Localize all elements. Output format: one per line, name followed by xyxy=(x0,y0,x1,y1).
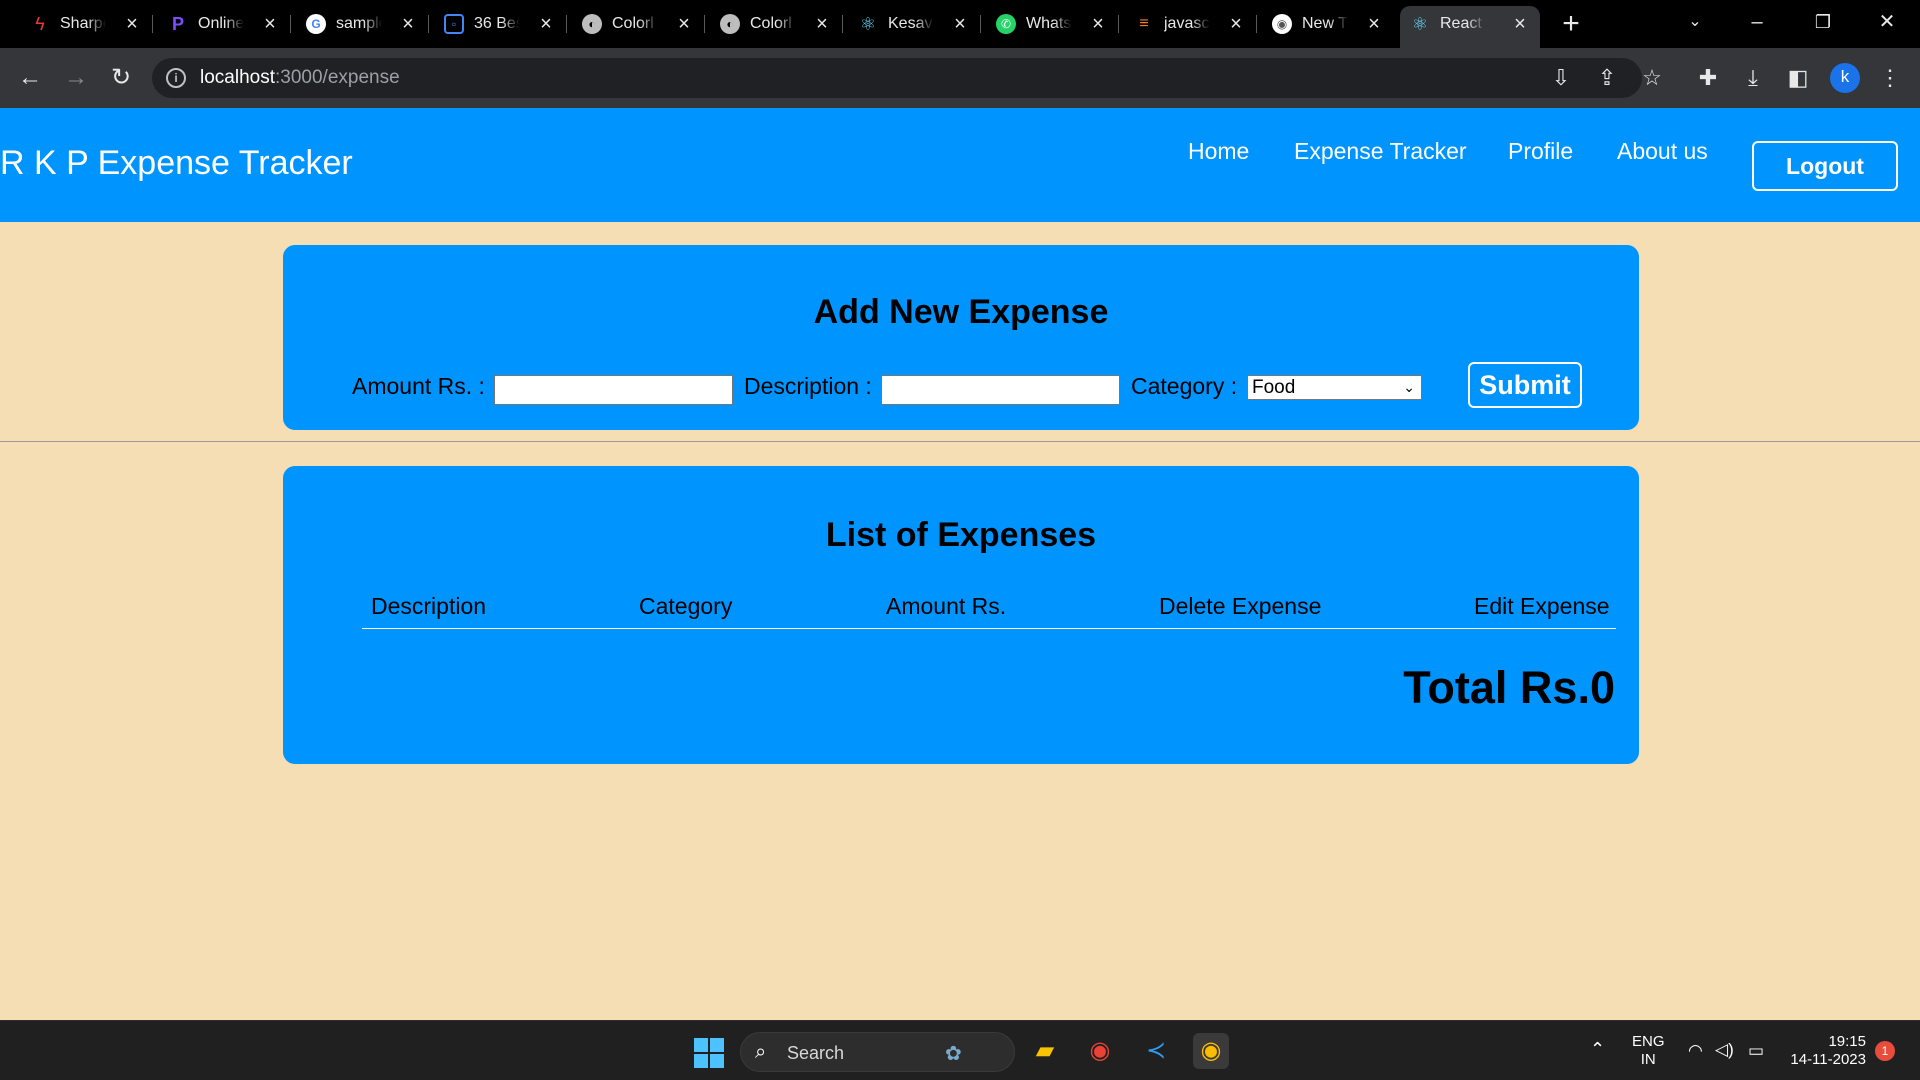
wifi-icon[interactable]: ◠ xyxy=(1688,1041,1703,1061)
globe-icon: ◐ xyxy=(582,14,602,34)
extensions-icon[interactable]: ✚ xyxy=(1692,62,1724,94)
language-indicator[interactable]: ENG IN xyxy=(1632,1033,1665,1069)
close-tab-icon[interactable]: × xyxy=(674,14,694,34)
close-tab-icon[interactable]: × xyxy=(1510,14,1530,34)
description-input[interactable] xyxy=(881,375,1120,405)
category-label: Category : xyxy=(1131,373,1238,399)
browser-tab[interactable]: ◐ Colorl × xyxy=(572,6,705,42)
app-brand[interactable]: R K P Expense Tracker xyxy=(0,144,353,183)
downloads-icon[interactable]: ⤓ xyxy=(1737,62,1769,94)
menu-kebab-icon[interactable]: ⋮ xyxy=(1874,62,1906,94)
restore-icon[interactable]: ❐ xyxy=(1803,6,1843,38)
p-logo-icon: P xyxy=(171,13,184,34)
chevron-down-icon: ⌄ xyxy=(1403,379,1415,395)
expense-total: Total Rs.0 xyxy=(1403,662,1615,713)
search-icon: ⌕ xyxy=(755,1041,767,1063)
url-text: localhost:3000/expense xyxy=(200,67,400,88)
browser-tab-active[interactable]: ⚛ React × xyxy=(1400,6,1540,48)
react-icon: ⚛ xyxy=(1411,13,1429,34)
browser-tab[interactable]: ≡ javasc × xyxy=(1124,6,1257,42)
column-header-delete: Delete Expense xyxy=(1159,593,1322,619)
stackoverflow-icon: ≡ xyxy=(1139,15,1149,32)
logout-button[interactable]: Logout xyxy=(1752,141,1898,191)
column-header-description: Description xyxy=(371,593,487,619)
browser-tab[interactable]: ϟ Sharpener × xyxy=(20,6,153,42)
vscode-icon[interactable]: ≺ xyxy=(1138,1033,1174,1069)
notification-badge[interactable]: 1 xyxy=(1875,1041,1895,1061)
reload-icon[interactable]: ↻ xyxy=(105,62,137,94)
address-bar[interactable]: i localhost:3000/expense xyxy=(152,58,1642,98)
side-panel-icon[interactable]: ◧ xyxy=(1782,62,1814,94)
close-tab-icon[interactable]: × xyxy=(950,14,970,34)
google-icon: G xyxy=(306,14,326,34)
close-tab-icon[interactable]: × xyxy=(536,14,556,34)
app-navbar: R K P Expense Tracker Home Expense Track… xyxy=(0,108,1920,222)
install-app-icon[interactable]: ⇩ xyxy=(1545,62,1577,94)
nav-profile[interactable]: Profile xyxy=(1508,138,1573,165)
square-logo-icon: ▫ xyxy=(444,14,464,34)
browser-tab[interactable]: ▫ 36 Best × xyxy=(434,6,567,42)
column-header-category: Category xyxy=(639,593,733,619)
amount-input[interactable] xyxy=(494,375,733,405)
close-tab-icon[interactable]: × xyxy=(260,14,280,34)
close-tab-icon[interactable]: × xyxy=(1088,14,1108,34)
browser-toolbar: ← → ↻ i localhost:3000/expense ⇩ ⇪ ☆ ✚ ⤓… xyxy=(0,48,1920,108)
close-tab-icon[interactable]: × xyxy=(1226,14,1246,34)
clock[interactable]: 19:15 14-11-2023 xyxy=(1786,1033,1866,1069)
site-info-icon[interactable]: i xyxy=(166,68,186,88)
browser-tab[interactable]: ◐ Colorl × xyxy=(710,6,843,42)
nav-expense-tracker[interactable]: Expense Tracker xyxy=(1294,138,1467,165)
browser-tab-strip: ϟ Sharpener × P Online × G sample × ▫ 36… xyxy=(0,0,1920,48)
tab-search-icon[interactable]: ⌄ xyxy=(1675,6,1715,38)
browser-tab[interactable]: G sample × xyxy=(296,6,429,42)
expense-list-title: List of Expenses xyxy=(825,516,1097,554)
taskbar-search[interactable]: ⌕ Search ✿ xyxy=(740,1032,1015,1072)
search-highlight-icon: ✿ xyxy=(945,1043,962,1065)
table-header-rule xyxy=(362,628,1616,629)
browser-tab[interactable]: ⚛ Kesav × xyxy=(848,6,981,42)
browser-tab[interactable]: P Online × xyxy=(158,6,291,42)
close-tab-icon[interactable]: × xyxy=(812,14,832,34)
add-expense-title: Add New Expense xyxy=(813,293,1109,331)
bookmark-star-icon[interactable]: ☆ xyxy=(1636,62,1668,94)
close-tab-icon[interactable]: × xyxy=(122,14,142,34)
close-window-icon[interactable]: ✕ xyxy=(1867,6,1907,38)
close-tab-icon[interactable]: × xyxy=(398,14,418,34)
globe-icon: ◐ xyxy=(720,14,740,34)
share-icon[interactable]: ⇪ xyxy=(1591,62,1623,94)
react-icon: ⚛ xyxy=(859,13,877,34)
battery-icon[interactable]: ▭ xyxy=(1748,1041,1764,1061)
expense-list-card: List of Expenses Description Category Am… xyxy=(283,466,1639,764)
new-tab-button[interactable]: + xyxy=(1556,9,1586,40)
category-selected-value: Food xyxy=(1252,377,1296,398)
chrome-icon[interactable]: ◉ xyxy=(1082,1033,1118,1069)
volume-icon[interactable]: ◁) xyxy=(1715,1040,1734,1060)
minimize-icon[interactable]: – xyxy=(1737,6,1777,38)
forward-icon[interactable]: → xyxy=(60,62,92,94)
chrome-icon: ◉ xyxy=(1272,14,1292,34)
add-expense-card: Add New Expense Amount Rs. : Description… xyxy=(283,245,1639,430)
windows-start-icon[interactable] xyxy=(694,1038,724,1068)
chrome-profile-icon[interactable]: ◉ xyxy=(1193,1033,1229,1069)
amount-label: Amount Rs. : xyxy=(352,373,485,399)
tray-overflow-icon[interactable]: ⌃ xyxy=(1590,1039,1605,1060)
nav-about[interactable]: About us xyxy=(1617,138,1708,165)
back-icon[interactable]: ← xyxy=(14,62,46,94)
bolt-icon: ϟ xyxy=(35,13,45,34)
profile-avatar[interactable]: k xyxy=(1830,63,1860,93)
browser-tab[interactable]: ◉ New T × xyxy=(1262,6,1394,42)
windows-taskbar: ⌕ Search ✿ ▰ ◉ ≺ ◉ ⌃ ENG IN ◠ ◁) ▭ 19:15… xyxy=(0,1020,1920,1080)
column-header-amount: Amount Rs. xyxy=(886,593,1007,619)
whatsapp-icon: ✆ xyxy=(996,14,1016,34)
section-divider xyxy=(0,441,1920,442)
description-label: Description : xyxy=(744,373,872,399)
browser-tab[interactable]: ✆ Whats × xyxy=(986,6,1119,42)
submit-button[interactable]: Submit xyxy=(1468,362,1582,408)
file-explorer-icon[interactable]: ▰ xyxy=(1027,1033,1063,1069)
category-select[interactable]: Food ⌄ xyxy=(1247,375,1422,400)
close-tab-icon[interactable]: × xyxy=(1364,14,1384,34)
column-header-edit: Edit Expense xyxy=(1474,593,1610,619)
nav-home[interactable]: Home xyxy=(1188,138,1249,165)
